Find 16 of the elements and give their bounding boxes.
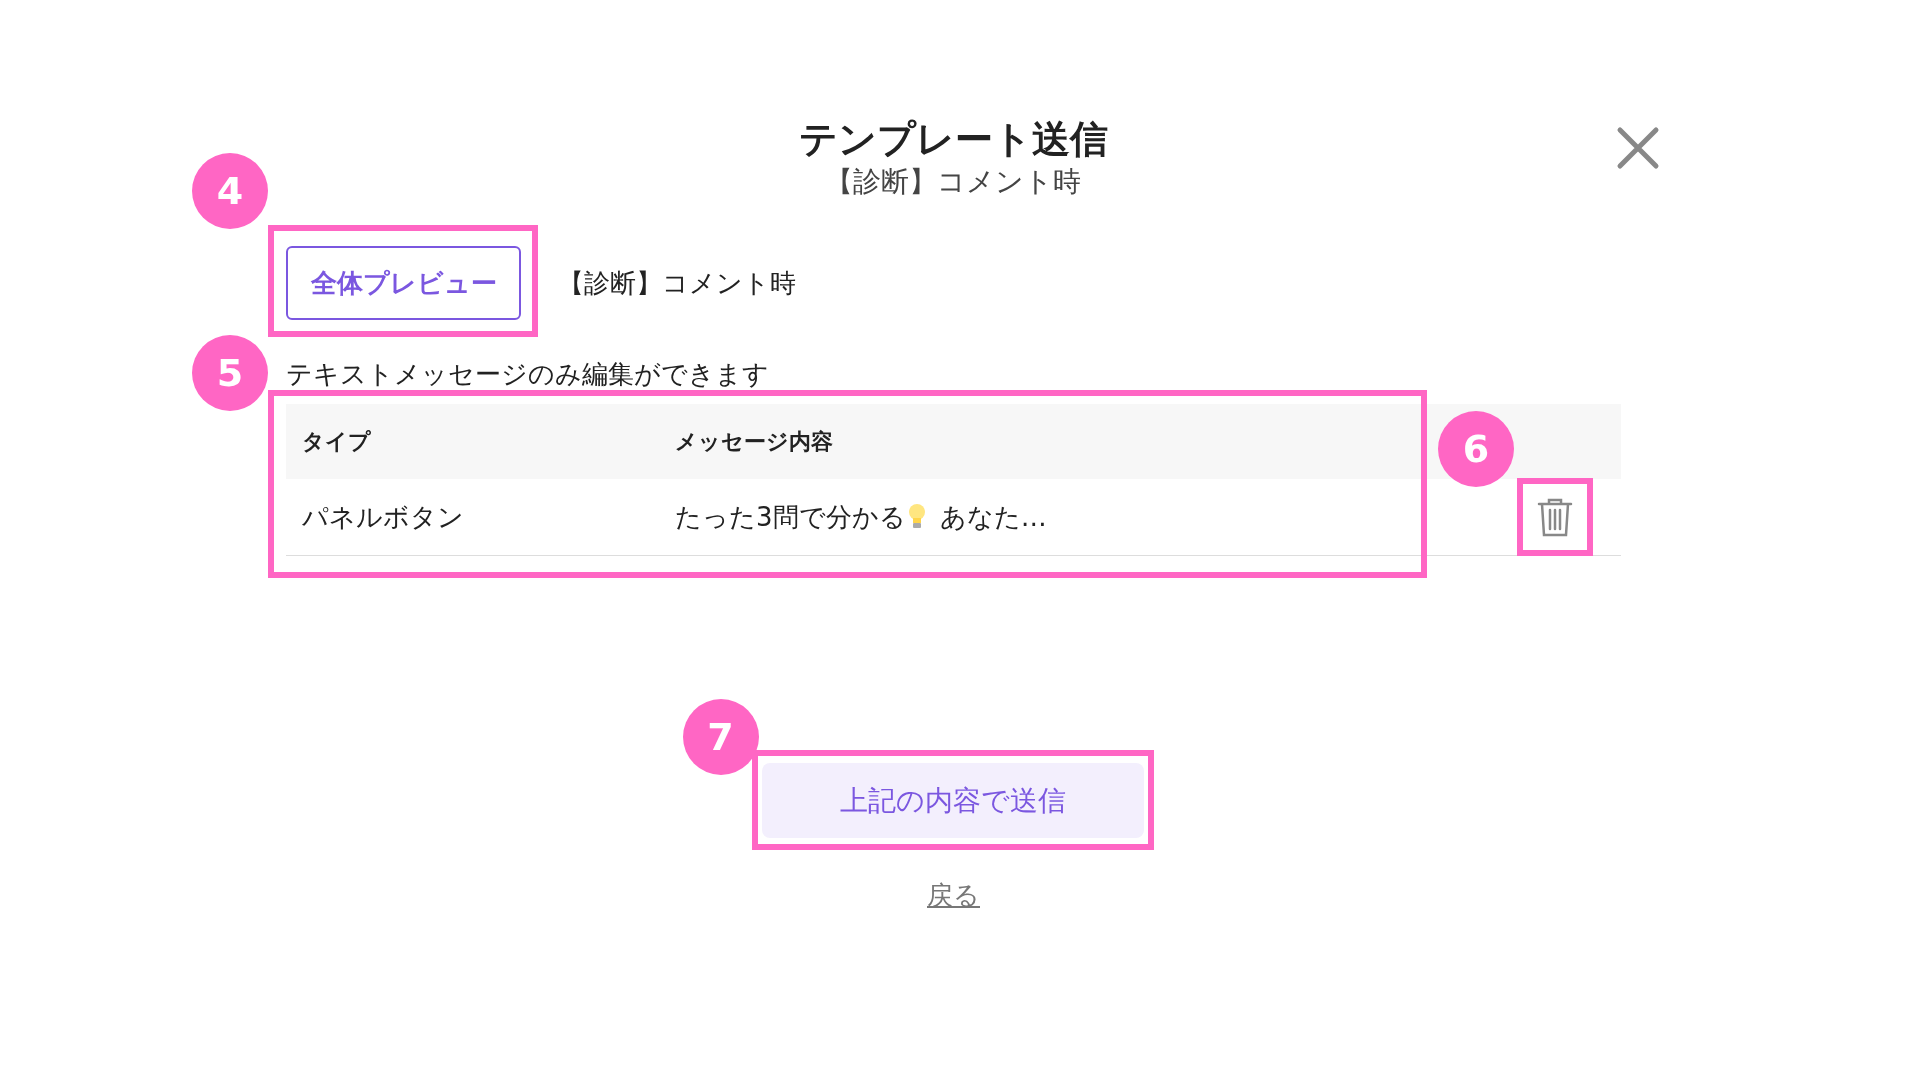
column-header: メッセージ内容 [659, 404, 1409, 479]
dialog-title: テンプレート送信 [798, 116, 1108, 162]
lightbulb-icon [907, 503, 926, 531]
template-name: 【診断】コメント時 [558, 266, 796, 300]
callout-number: 4 [192, 153, 268, 229]
table-cell: パネルボタン [286, 479, 659, 556]
back-link[interactable]: 戻る [927, 878, 980, 913]
preview-button[interactable]: 全体プレビュー [286, 246, 521, 320]
edit-note: テキストメッセージのみ編集ができます [286, 358, 770, 391]
table-cell: たった3問で分かる あなた… [659, 479, 1409, 556]
column-header: タイプ [286, 404, 659, 479]
dialog-subtitle: 【診断】コメント時 [825, 164, 1081, 200]
send-button[interactable]: 上記の内容で送信 [761, 763, 1144, 838]
close-icon[interactable] [1616, 126, 1660, 170]
callout-number: 7 [682, 699, 759, 775]
callout-number: 5 [192, 335, 268, 411]
